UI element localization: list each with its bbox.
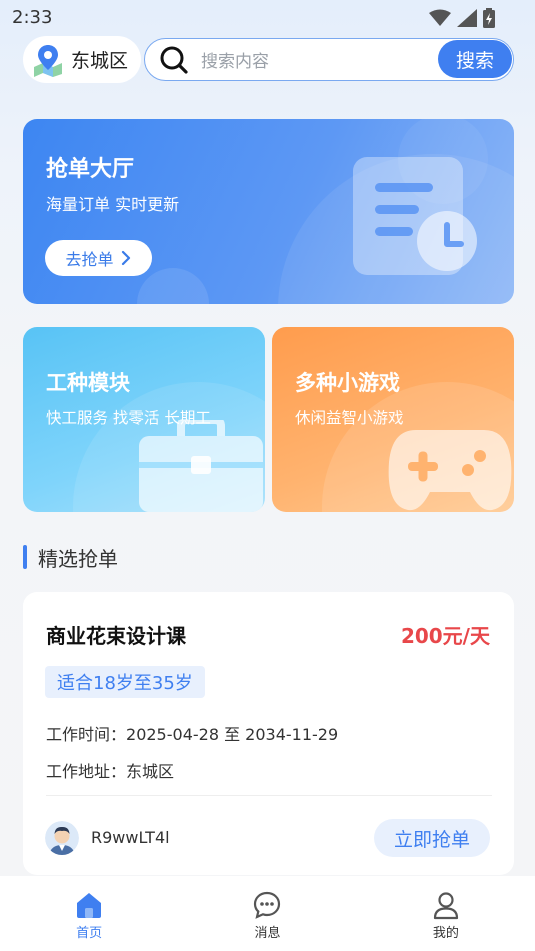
section-title: 精选抢单 [38, 547, 118, 571]
games-subtitle: 休闲益智小游戏 [295, 409, 404, 427]
work-address-row: 工作地址：东城区 [46, 758, 174, 782]
search-bar: 搜索内容 搜索 [144, 38, 514, 81]
nav-messages[interactable]: 消息 [178, 876, 356, 951]
status-bar: 2:33 [0, 0, 535, 36]
games-title: 多种小游戏 [295, 371, 400, 395]
hero-title: 抢单大厅 [46, 157, 135, 182]
work-type-subtitle: 快工服务 找零活 长期工 [46, 409, 211, 427]
wifi-icon [429, 9, 451, 26]
nav-profile-label: 我的 [432, 926, 459, 941]
toolbox-icon [139, 420, 263, 512]
hero-banner[interactable]: 抢单大厅 海量订单 实时更新 去抢单 [23, 119, 514, 304]
document-clock-icon [353, 157, 477, 275]
gamepad-icon [388, 430, 512, 511]
go-grab-button[interactable]: 去抢单 [45, 240, 152, 276]
avatar-image [45, 821, 79, 855]
battery-icon [483, 8, 495, 28]
nav-home-label: 首页 [76, 926, 103, 941]
hero-subtitle: 海量订单 实时更新 [46, 195, 180, 214]
status-time: 2:33 [12, 7, 53, 28]
user-name: R9wwLT4l [91, 828, 170, 847]
home-icon [77, 893, 102, 918]
profile-icon [433, 892, 458, 920]
job-card[interactable]: 商业花束设计课 200元/天 适合18岁至35岁 工作时间：2025-04-28… [23, 592, 514, 875]
go-grab-label: 去抢单 [65, 250, 114, 269]
avatar [45, 821, 79, 855]
work-type-title: 工种模块 [46, 371, 130, 395]
divider [46, 795, 492, 796]
games-card[interactable]: 多种小游戏 休闲益智小游戏 [272, 327, 514, 512]
job-title: 商业花束设计课 [46, 624, 186, 648]
work-time-value: 2025-04-28 至 2034-11-29 [126, 725, 339, 744]
job-price: 200元/天 [400, 624, 490, 648]
location-selector[interactable]: 东城区 [23, 36, 141, 83]
search-button[interactable]: 搜索 [438, 40, 512, 78]
nav-home[interactable]: 首页 [0, 876, 178, 951]
map-pin-icon [34, 44, 62, 77]
nav-messages-label: 消息 [254, 926, 281, 941]
section-accent-bar [23, 545, 27, 569]
nav-profile[interactable]: 我的 [357, 876, 535, 951]
work-address-value: 东城区 [126, 762, 175, 781]
search-icon [160, 46, 188, 74]
location-label: 东城区 [71, 50, 129, 72]
signal-icon [457, 9, 477, 27]
age-tag: 适合18岁至35岁 [45, 666, 205, 698]
grab-now-button[interactable]: 立即抢单 [374, 819, 490, 857]
bottom-nav: 首页 消息 我的 [0, 876, 535, 951]
chevron-right-icon [121, 250, 130, 266]
work-time-label: 工作时间： [46, 725, 127, 744]
work-time-row: 工作时间：2025-04-28 至 2034-11-29 [46, 721, 338, 745]
work-type-card[interactable]: 工种模块 快工服务 找零活 长期工 [23, 327, 265, 512]
search-input[interactable]: 搜索内容 [201, 47, 269, 72]
work-address-label: 工作地址： [46, 762, 127, 781]
message-icon [254, 891, 281, 919]
